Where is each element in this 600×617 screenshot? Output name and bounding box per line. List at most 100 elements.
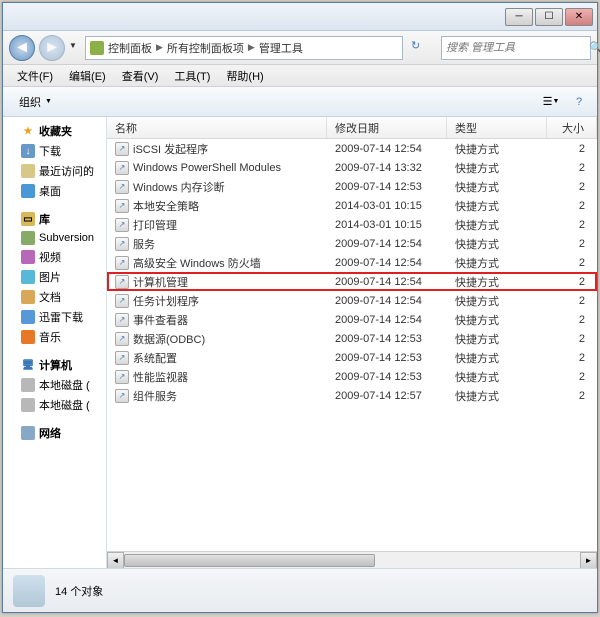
sidebar-item-label: 迅雷下载 [39, 309, 83, 325]
file-size: 2 [547, 371, 597, 383]
document-icon [21, 290, 35, 304]
chevron-down-icon: ▼ [45, 98, 52, 105]
search-box[interactable]: 🔍 [441, 36, 591, 60]
breadcrumb[interactable]: 控制面板 ▶ 所有控制面板项 ▶ 管理工具 [85, 36, 403, 60]
file-size: 2 [547, 352, 597, 364]
sidebar-favorites-header[interactable]: ★ 收藏夹 [3, 121, 106, 141]
status-icon [13, 575, 45, 607]
file-name: 组件服务 [133, 388, 177, 404]
history-dropdown[interactable]: ▼ [69, 41, 81, 55]
file-row[interactable]: ↗计算机管理2009-07-14 12:54快捷方式2 [107, 272, 597, 291]
file-row[interactable]: ↗任务计划程序2009-07-14 12:54快捷方式2 [107, 291, 597, 310]
scroll-left-button[interactable]: ◄ [107, 552, 124, 568]
file-type: 快捷方式 [447, 293, 547, 309]
sidebar-item-subversion[interactable]: Subversion [3, 229, 106, 247]
file-row[interactable]: ↗打印管理2014-03-01 10:15快捷方式2 [107, 215, 597, 234]
sidebar-item-documents[interactable]: 文档 [3, 287, 106, 307]
search-icon[interactable]: 🔍 [589, 41, 600, 55]
sidebar-network-header[interactable]: 网络 [3, 423, 106, 443]
menu-help[interactable]: 帮助(H) [218, 68, 271, 84]
shortcut-icon: ↗ [115, 351, 129, 365]
shortcut-icon: ↗ [115, 294, 129, 308]
sidebar-item-recent[interactable]: 最近访问的 [3, 161, 106, 181]
file-row[interactable]: ↗高级安全 Windows 防火墙2009-07-14 12:54快捷方式2 [107, 253, 597, 272]
help-button[interactable]: ? [569, 93, 589, 111]
menu-view[interactable]: 查看(V) [114, 68, 167, 84]
sidebar-item-disk[interactable]: 本地磁盘 ( [3, 375, 106, 395]
column-name[interactable]: 名称 [107, 117, 327, 138]
view-mode-button[interactable]: ☰ ▼ [541, 93, 561, 111]
back-button[interactable]: ◄ [9, 35, 35, 61]
breadcrumb-part[interactable]: 所有控制面板项 [167, 40, 244, 56]
file-name: Windows PowerShell Modules [133, 162, 281, 174]
toolbar: 组织 ▼ ☰ ▼ ? [3, 87, 597, 117]
file-row[interactable]: ↗iSCSI 发起程序2009-07-14 12:54快捷方式2 [107, 139, 597, 158]
sidebar-label: 库 [39, 211, 50, 227]
close-button[interactable]: ✕ [565, 8, 593, 26]
column-type[interactable]: 类型 [447, 117, 547, 138]
titlebar[interactable]: ─ ☐ ✕ [3, 3, 597, 31]
scroll-track[interactable] [124, 552, 580, 568]
file-date: 2009-07-14 12:53 [327, 352, 447, 364]
disk-icon [21, 378, 35, 392]
file-date: 2009-07-14 12:54 [327, 143, 447, 155]
toolbar-right: ☰ ▼ ? [541, 93, 589, 111]
sidebar-item-label: Subversion [39, 232, 94, 244]
sidebar-computer-header[interactable]: 🖥 计算机 [3, 355, 106, 375]
sidebar-libraries: ▭ 库 Subversion 视频 图片 文档 迅雷下载 音乐 [3, 209, 106, 347]
file-row[interactable]: ↗组件服务2009-07-14 12:57快捷方式2 [107, 386, 597, 405]
sidebar-label: 网络 [39, 425, 61, 441]
breadcrumb-part[interactable]: 控制面板 [108, 40, 152, 56]
statusbar: 14 个对象 [3, 568, 597, 612]
file-type: 快捷方式 [447, 217, 547, 233]
file-row[interactable]: ↗服务2009-07-14 12:54快捷方式2 [107, 234, 597, 253]
file-type: 快捷方式 [447, 236, 547, 252]
file-name: 数据源(ODBC) [133, 331, 205, 347]
menu-tools[interactable]: 工具(T) [166, 68, 218, 84]
maximize-button[interactable]: ☐ [535, 8, 563, 26]
column-size[interactable]: 大小 [547, 117, 597, 138]
file-name: 计算机管理 [133, 274, 188, 290]
file-type: 快捷方式 [447, 274, 547, 290]
sidebar-libraries-header[interactable]: ▭ 库 [3, 209, 106, 229]
scroll-right-button[interactable]: ► [580, 552, 597, 568]
sidebar-item-disk[interactable]: 本地磁盘 ( [3, 395, 106, 415]
menu-edit[interactable]: 编辑(E) [61, 68, 114, 84]
disk-icon [21, 398, 35, 412]
sidebar-item-downloads[interactable]: ↓下载 [3, 141, 106, 161]
sidebar-item-label: 桌面 [39, 183, 61, 199]
horizontal-scrollbar[interactable]: ◄ ► [107, 551, 597, 568]
file-row[interactable]: ↗Windows PowerShell Modules2009-07-14 13… [107, 158, 597, 177]
file-row[interactable]: ↗本地安全策略2014-03-01 10:15快捷方式2 [107, 196, 597, 215]
file-row[interactable]: ↗数据源(ODBC)2009-07-14 12:53快捷方式2 [107, 329, 597, 348]
file-type: 快捷方式 [447, 369, 547, 385]
sidebar-item-pictures[interactable]: 图片 [3, 267, 106, 287]
file-row[interactable]: ↗性能监视器2009-07-14 12:53快捷方式2 [107, 367, 597, 386]
file-name: Windows 内存诊断 [133, 179, 225, 195]
refresh-button[interactable]: ↻ [411, 39, 431, 57]
breadcrumb-part[interactable]: 管理工具 [259, 40, 303, 56]
filepane: 名称 修改日期 类型 大小 ↗ iSCSI 发起程序 2009-07-14 12:5… [107, 117, 597, 568]
sidebar-item-music[interactable]: 音乐 [3, 327, 106, 347]
file-row[interactable]: ↗事件查看器2009-07-14 12:54快捷方式2 [107, 310, 597, 329]
file-row[interactable]: ↗Windows 内存诊断2009-07-14 12:53快捷方式2 [107, 177, 597, 196]
download-icon: ↓ [21, 144, 35, 158]
sidebar-item-videos[interactable]: 视频 [3, 247, 106, 267]
menu-file[interactable]: 文件(F) [9, 68, 61, 84]
sidebar-item-xunlei[interactable]: 迅雷下载 [3, 307, 106, 327]
shortcut-icon: ↗ [115, 256, 129, 270]
scroll-thumb[interactable] [124, 554, 375, 567]
sidebar-item-desktop[interactable]: 桌面 [3, 181, 106, 201]
file-row[interactable]: ↗系统配置2009-07-14 12:53快捷方式2 [107, 348, 597, 367]
organize-button[interactable]: 组织 ▼ [11, 92, 60, 112]
window-controls: ─ ☐ ✕ [505, 8, 593, 26]
file-list[interactable]: ↗iSCSI 发起程序2009-07-14 12:54快捷方式2↗Windows… [107, 139, 597, 551]
minimize-button[interactable]: ─ [505, 8, 533, 26]
column-date[interactable]: 修改日期 [327, 117, 447, 138]
file-name: iSCSI 发起程序 [133, 141, 208, 157]
sidebar-item-label: 文档 [39, 289, 61, 305]
shortcut-icon: ↗ [115, 370, 129, 384]
search-input[interactable] [446, 42, 589, 54]
forward-button[interactable]: ► [39, 35, 65, 61]
file-size: 2 [547, 314, 597, 326]
